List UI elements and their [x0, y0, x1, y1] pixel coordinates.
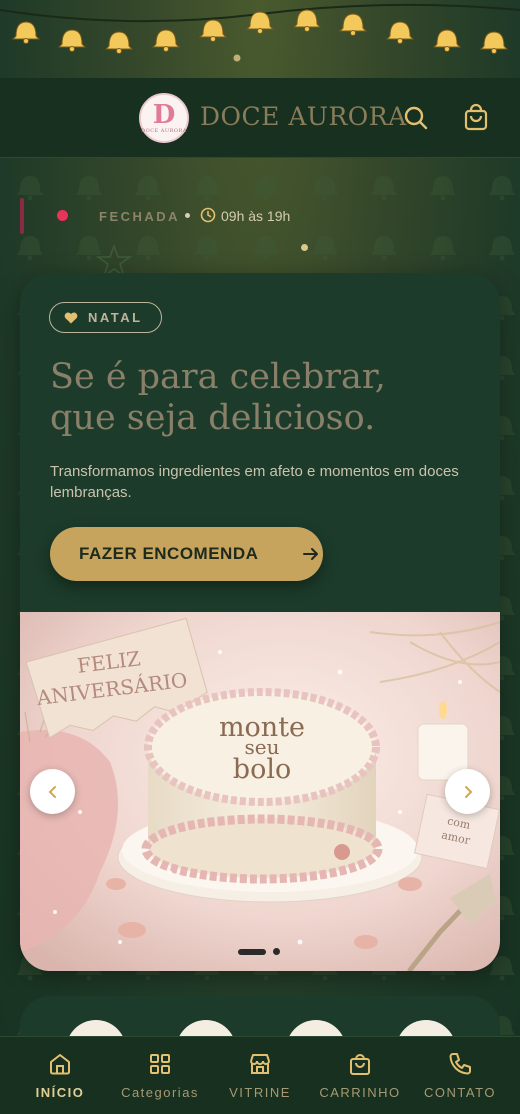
hero-headline: Se é para celebrar, que seja delicioso.	[50, 357, 470, 439]
carousel-indicators	[238, 948, 280, 955]
store-status: FECHADA 09h às 19h	[20, 198, 420, 234]
carousel-dot-active[interactable]	[238, 948, 266, 955]
phone-icon	[449, 1053, 471, 1075]
carousel-dot[interactable]	[273, 948, 280, 955]
shopping-bag-icon	[464, 103, 488, 131]
status-label: FECHADA	[99, 209, 181, 224]
shopping-bag-icon	[350, 1054, 370, 1075]
search-icon	[404, 106, 428, 130]
christmas-bells-garland	[0, 3, 520, 62]
sparkle-dot	[301, 244, 308, 251]
chevron-right-icon	[464, 785, 472, 798]
headline-line-1: Se é para celebrar,	[50, 357, 386, 397]
logo-small-text: DOCE AURORA	[141, 128, 187, 134]
grid-icon	[150, 1054, 170, 1074]
clock-icon	[200, 207, 216, 223]
store-icon	[250, 1054, 270, 1074]
hero-carousel[interactable]: FELIZ ANIVERSÁRIO monte seu bolo com amo…	[20, 612, 500, 971]
nav-label: CARRINHO	[319, 1085, 401, 1100]
nav-label: INÍCIO	[35, 1085, 85, 1100]
nav-label: CONTATO	[424, 1085, 496, 1100]
hero-card: NATAL Se é para celebrar, que seja delic…	[20, 273, 500, 971]
carousel-next-button[interactable]	[445, 769, 490, 814]
brand-logo[interactable]: D DOCE AURORA	[139, 93, 189, 143]
opening-hours: 09h às 19h	[221, 208, 291, 224]
nav-item-vitrine[interactable]: VITRINE	[210, 1051, 310, 1100]
cake-photo: FELIZ ANIVERSÁRIO monte seu bolo com amo…	[20, 612, 500, 971]
logo-monogram: D	[152, 100, 176, 130]
order-button[interactable]: FAZER ENCOMENDA	[50, 527, 323, 581]
cart-button[interactable]	[461, 103, 491, 133]
nav-label: VITRINE	[229, 1085, 291, 1100]
status-indicator-dot	[57, 210, 68, 221]
headline-line-2: que seja delicioso.	[50, 398, 376, 438]
home-icon	[50, 1054, 70, 1075]
carousel-prev-button[interactable]	[30, 769, 75, 814]
separator-dot	[185, 213, 190, 218]
order-button-label: FAZER ENCOMENDA	[79, 544, 259, 563]
search-button[interactable]	[401, 103, 431, 133]
nav-item-inicio[interactable]: INÍCIO	[10, 1051, 110, 1100]
cake-text-line-3: bolo	[233, 754, 291, 785]
hero-subtext: Transformamos ingredientes em afeto e mo…	[50, 463, 459, 501]
nav-label: Categorias	[121, 1085, 199, 1100]
nav-item-carrinho[interactable]: CARRINHO	[310, 1051, 410, 1100]
season-tag: NATAL	[49, 302, 162, 333]
chevron-left-icon	[48, 785, 56, 798]
nav-item-contato[interactable]: CONTATO	[410, 1051, 510, 1100]
status-accent-bar	[20, 198, 24, 234]
bottom-navigation: INÍCIO Categorias VITRINE CARRINHO CONTA…	[0, 1036, 520, 1114]
brand-name: DOCE AURORA	[200, 102, 407, 131]
nav-item-categorias[interactable]: Categorias	[110, 1051, 210, 1100]
app-header: D DOCE AURORA DOCE AURORA	[0, 78, 520, 158]
heart-icon	[64, 312, 78, 323]
season-tag-label: NATAL	[88, 310, 143, 325]
arrow-right-icon	[303, 548, 318, 560]
